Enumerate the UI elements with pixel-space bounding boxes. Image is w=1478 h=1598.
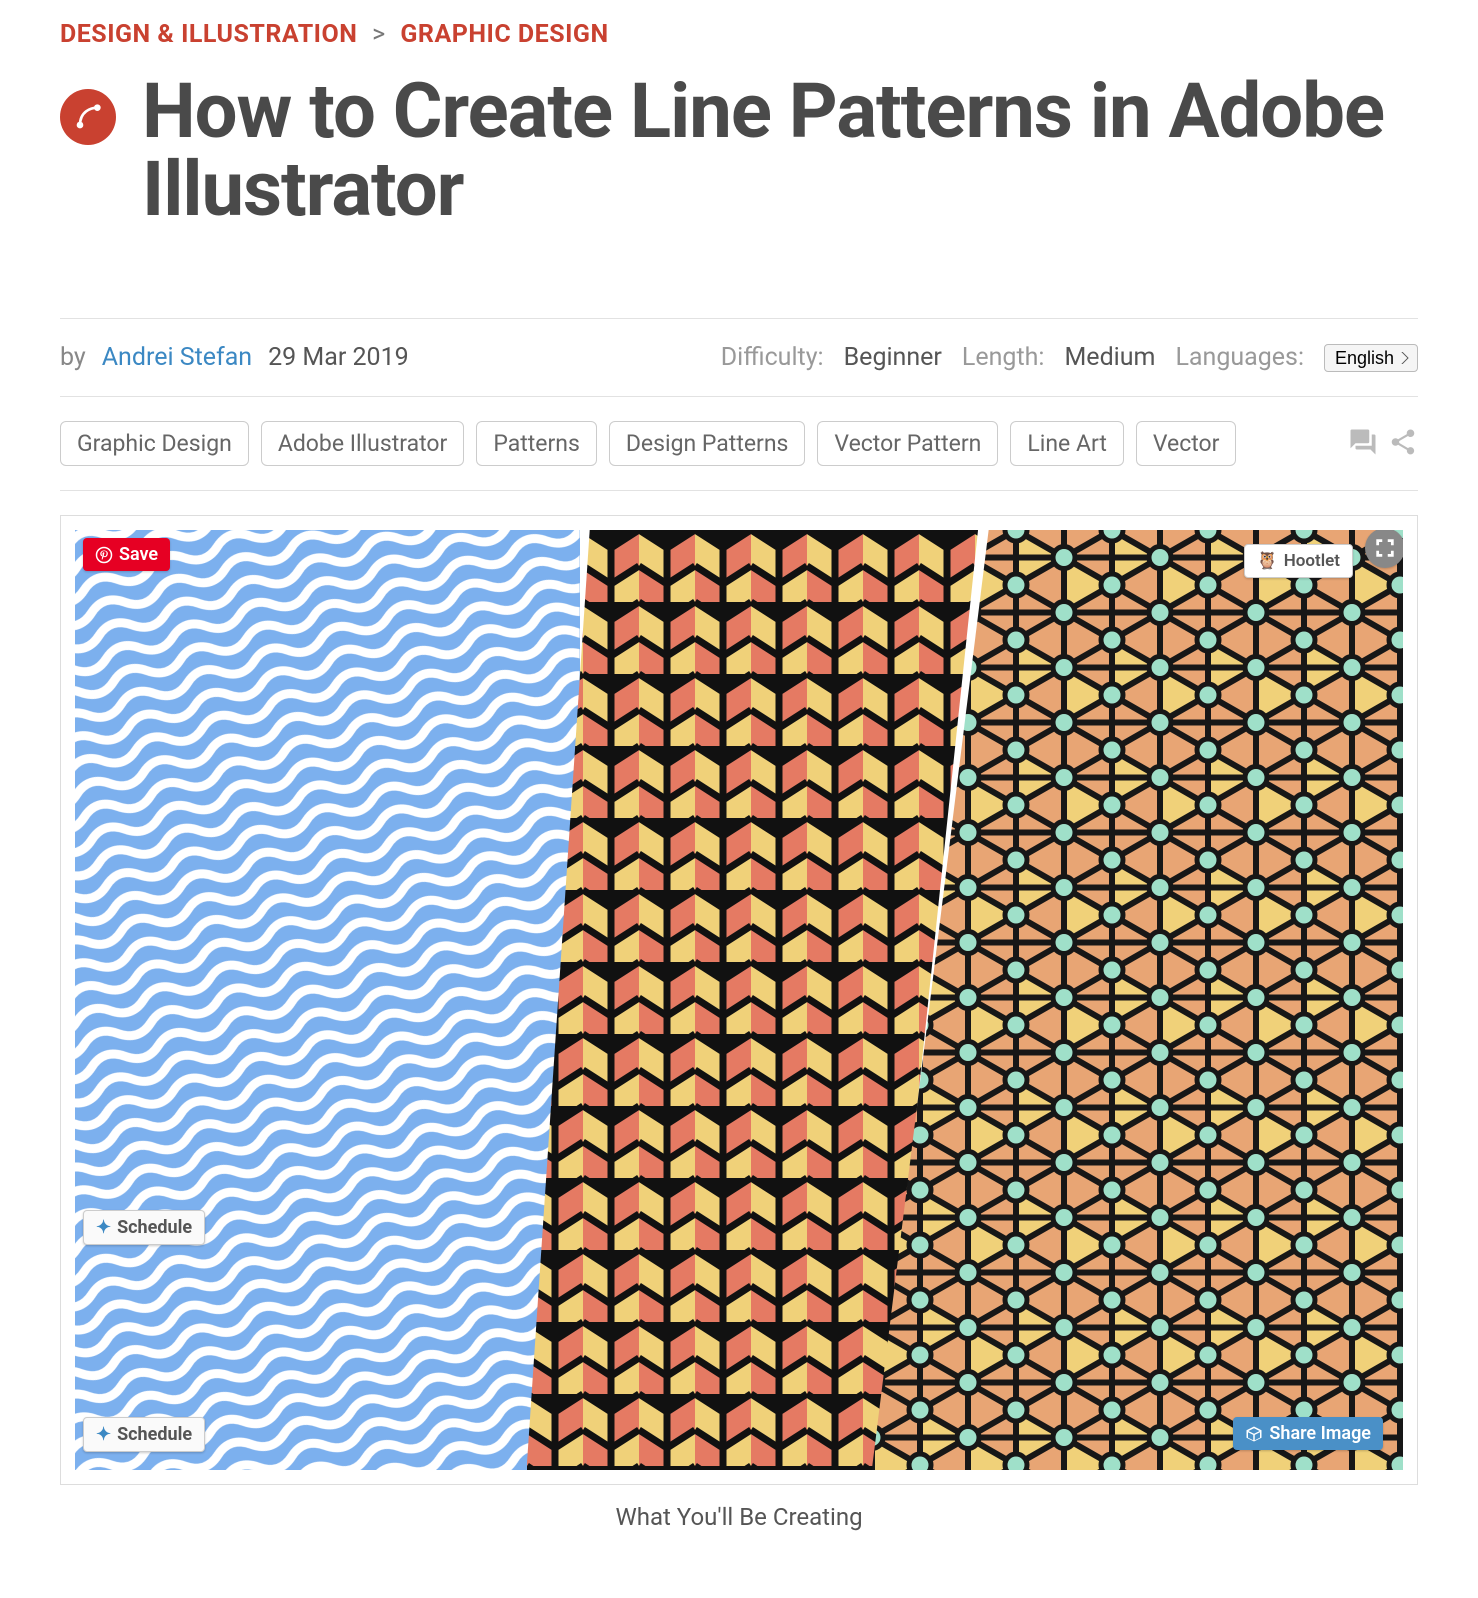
- breadcrumb-category[interactable]: DESIGN & ILLUSTRATION: [60, 20, 357, 49]
- difficulty-label: Difficulty:: [721, 343, 824, 372]
- hootsuite-icon: ✦: [96, 1217, 111, 1238]
- languages-label: Languages:: [1175, 343, 1304, 372]
- schedule-label: Schedule: [117, 1424, 192, 1445]
- hero-caption: What You'll Be Creating: [60, 1503, 1418, 1531]
- difficulty-value: Beginner: [844, 343, 942, 372]
- tag[interactable]: Line Art: [1010, 421, 1123, 466]
- by-label: by: [60, 343, 86, 372]
- tag[interactable]: Graphic Design: [60, 421, 249, 466]
- meta-bar: by Andrei Stefan 29 Mar 2019 Difficulty:…: [60, 318, 1418, 397]
- language-select[interactable]: English: [1324, 344, 1418, 372]
- pinterest-save-button[interactable]: Save: [83, 538, 170, 571]
- tag[interactable]: Vector Pattern: [817, 421, 998, 466]
- hero-image: Save 🦉 Hootlet ✦ Schedule ✦ Schedule Sha…: [75, 530, 1403, 1470]
- hootlet-label: Hootlet: [1284, 551, 1340, 571]
- comments-icon[interactable]: [1348, 427, 1378, 461]
- hero-figure: Save 🦉 Hootlet ✦ Schedule ✦ Schedule Sha…: [60, 515, 1418, 1485]
- expand-button[interactable]: [1365, 530, 1403, 568]
- author-link[interactable]: Andrei Stefan: [102, 343, 252, 372]
- publish-date: 29 Mar 2019: [268, 343, 409, 372]
- pen-tool-icon: [60, 89, 116, 145]
- tag[interactable]: Vector: [1136, 421, 1237, 466]
- hootsuite-icon: ✦: [96, 1424, 111, 1445]
- owl-icon: 🦉: [1257, 551, 1278, 571]
- breadcrumb: DESIGN & ILLUSTRATION > GRAPHIC DESIGN: [60, 20, 1418, 49]
- length-value: Medium: [1064, 343, 1155, 372]
- share-image-label: Share Image: [1269, 1423, 1371, 1444]
- tag[interactable]: Patterns: [476, 421, 597, 466]
- tag-list: Graphic Design Adobe Illustrator Pattern…: [60, 421, 1236, 466]
- pattern-wavy-lines: [75, 530, 580, 1470]
- save-label: Save: [119, 544, 158, 565]
- page-title: How to Create Line Patterns in Adobe Ill…: [142, 73, 1418, 228]
- schedule-label: Schedule: [117, 1217, 192, 1238]
- length-label: Length:: [962, 343, 1045, 372]
- share-image-button[interactable]: Share Image: [1233, 1417, 1383, 1450]
- hootlet-button[interactable]: 🦉 Hootlet: [1244, 544, 1353, 578]
- breadcrumb-separator: >: [372, 20, 386, 49]
- schedule-button[interactable]: ✦ Schedule: [83, 1417, 205, 1452]
- share-icon[interactable]: [1388, 427, 1418, 461]
- schedule-button[interactable]: ✦ Schedule: [83, 1210, 205, 1245]
- breadcrumb-subcategory[interactable]: GRAPHIC DESIGN: [400, 20, 608, 49]
- tag[interactable]: Adobe Illustrator: [261, 421, 465, 466]
- tag[interactable]: Design Patterns: [609, 421, 806, 466]
